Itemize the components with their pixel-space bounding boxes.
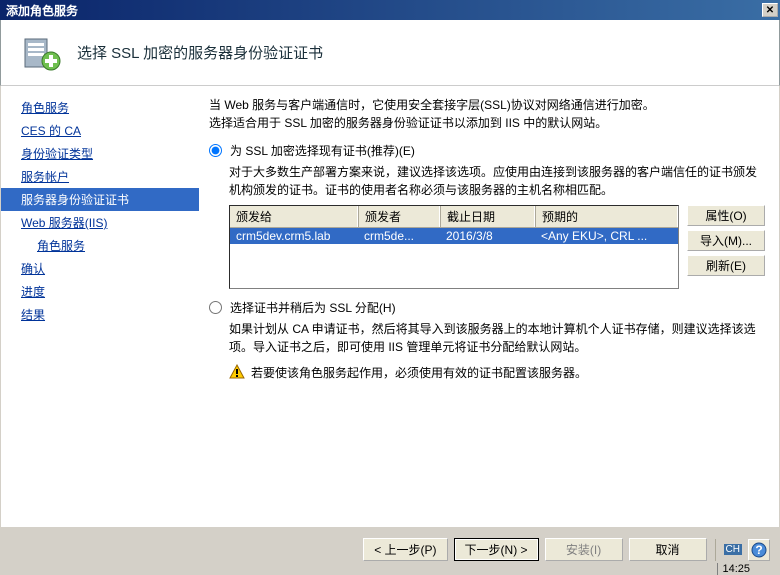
close-button[interactable]: ✕ <box>762 3 778 17</box>
cell-issued-to: crm5dev.crm5.lab <box>230 228 358 244</box>
col-intended[interactable]: 预期的 <box>535 206 678 227</box>
sidebar-item-ces-ca[interactable]: CES 的 CA <box>1 119 199 142</box>
cell-intended: <Any EKU>, CRL ... <box>535 228 678 244</box>
properties-button[interactable]: 属性(O) <box>687 205 765 226</box>
cert-table[interactable]: 颁发给 颁发者 截止日期 预期的 crm5dev.crm5.lab crm5de… <box>229 205 679 289</box>
cancel-button[interactable]: 取消 <box>629 538 707 561</box>
sidebar-item-confirm[interactable]: 确认 <box>1 257 199 280</box>
radio-assign-later-label[interactable]: 选择证书并稍后为 SSL 分配(H) <box>209 299 765 316</box>
radio-assign-later[interactable] <box>209 301 222 314</box>
system-tray: 14:25 <box>717 563 750 575</box>
col-issued-to[interactable]: 颁发给 <box>230 206 358 227</box>
col-expiry[interactable]: 截止日期 <box>440 206 535 227</box>
radio-existing-cert-label[interactable]: 为 SSL 加密选择现有证书(推荐)(E) <box>209 142 765 159</box>
sidebar-item-server-cert[interactable]: 服务器身份验证证书 <box>1 188 199 211</box>
install-button[interactable]: 安装(I) <box>545 538 623 561</box>
titlebar: 添加角色服务 ✕ <box>0 0 780 20</box>
sidebar-item-progress[interactable]: 进度 <box>1 280 199 303</box>
sidebar-item-auth-type[interactable]: 身份验证类型 <box>1 142 199 165</box>
radio-section-2: 选择证书并稍后为 SSL 分配(H) 如果计划从 CA 申请证书，然后将其导入到… <box>209 299 765 356</box>
svg-text:?: ? <box>755 543 762 557</box>
sidebar-item-web-server-iis[interactable]: Web 服务器(IIS) <box>1 211 199 234</box>
radio-assign-later-desc: 如果计划从 CA 申请证书，然后将其导入到该服务器上的本地计算机个人证书存储，则… <box>229 320 765 356</box>
cert-buttons: 属性(O) 导入(M)... 刷新(E) <box>687 205 765 289</box>
radio-existing-cert-text: 为 SSL 加密选择现有证书(推荐)(E) <box>230 142 415 159</box>
divider <box>715 539 716 561</box>
radio-section-1: 为 SSL 加密选择现有证书(推荐)(E) 对于大多数生产部署方案来说，建议选择… <box>209 142 765 199</box>
content-wrapper: 角色服务 CES 的 CA 身份验证类型 服务帐户 服务器身份验证证书 Web … <box>1 86 779 527</box>
warning-text: 若要使该角色服务起作用，必须使用有效的证书配置该服务器。 <box>251 364 587 381</box>
cell-issued-by: crm5de... <box>358 228 440 244</box>
warning-icon <box>229 364 245 380</box>
refresh-button[interactable]: 刷新(E) <box>687 255 765 276</box>
warning-note: 若要使该角色服务起作用，必须使用有效的证书配置该服务器。 <box>229 364 765 381</box>
taskbar: 14:25 <box>0 562 780 575</box>
server-role-icon <box>21 33 61 73</box>
cert-section: 颁发给 颁发者 截止日期 预期的 crm5dev.crm5.lab crm5de… <box>229 205 765 289</box>
sidebar: 角色服务 CES 的 CA 身份验证类型 服务帐户 服务器身份验证证书 Web … <box>1 86 199 527</box>
sidebar-item-service-account[interactable]: 服务帐户 <box>1 165 199 188</box>
cert-table-header: 颁发给 颁发者 截止日期 预期的 <box>230 206 678 228</box>
page-title: 选择 SSL 加密的服务器身份验证证书 <box>77 42 323 63</box>
lang-indicator[interactable]: CH <box>724 544 742 555</box>
wizard-button-bar: < 上一步(P) 下一步(N) > 安装(I) 取消 CH ? <box>363 538 770 561</box>
window-title: 添加角色服务 <box>2 2 78 19</box>
cert-table-row[interactable]: crm5dev.crm5.lab crm5de... 2016/3/8 <Any… <box>230 228 678 244</box>
prev-button[interactable]: < 上一步(P) <box>363 538 447 561</box>
cell-expiry: 2016/3/8 <box>440 228 535 244</box>
sidebar-item-role-services-sub[interactable]: 角色服务 <box>1 234 199 257</box>
next-button[interactable]: 下一步(N) > <box>454 538 539 561</box>
radio-existing-cert-desc: 对于大多数生产部署方案来说，建议选择该选项。应使用由连接到该服务器的客户端信任的… <box>229 163 765 199</box>
sidebar-item-role-services[interactable]: 角色服务 <box>1 96 199 119</box>
sidebar-item-results[interactable]: 结果 <box>1 303 199 326</box>
help-button[interactable]: ? <box>748 539 770 561</box>
radio-assign-later-text: 选择证书并稍后为 SSL 分配(H) <box>230 299 396 316</box>
clock: 14:25 <box>722 563 750 575</box>
main-content: 当 Web 服务与客户端通信时，它使用安全套接字层(SSL)协议对网络通信进行加… <box>199 86 779 527</box>
col-issued-by[interactable]: 颁发者 <box>358 206 440 227</box>
intro-text: 当 Web 服务与客户端通信时，它使用安全套接字层(SSL)协议对网络通信进行加… <box>209 96 765 132</box>
radio-existing-cert[interactable] <box>209 144 222 157</box>
wizard-header: 选择 SSL 加密的服务器身份验证证书 <box>0 20 780 86</box>
import-button[interactable]: 导入(M)... <box>687 230 765 251</box>
